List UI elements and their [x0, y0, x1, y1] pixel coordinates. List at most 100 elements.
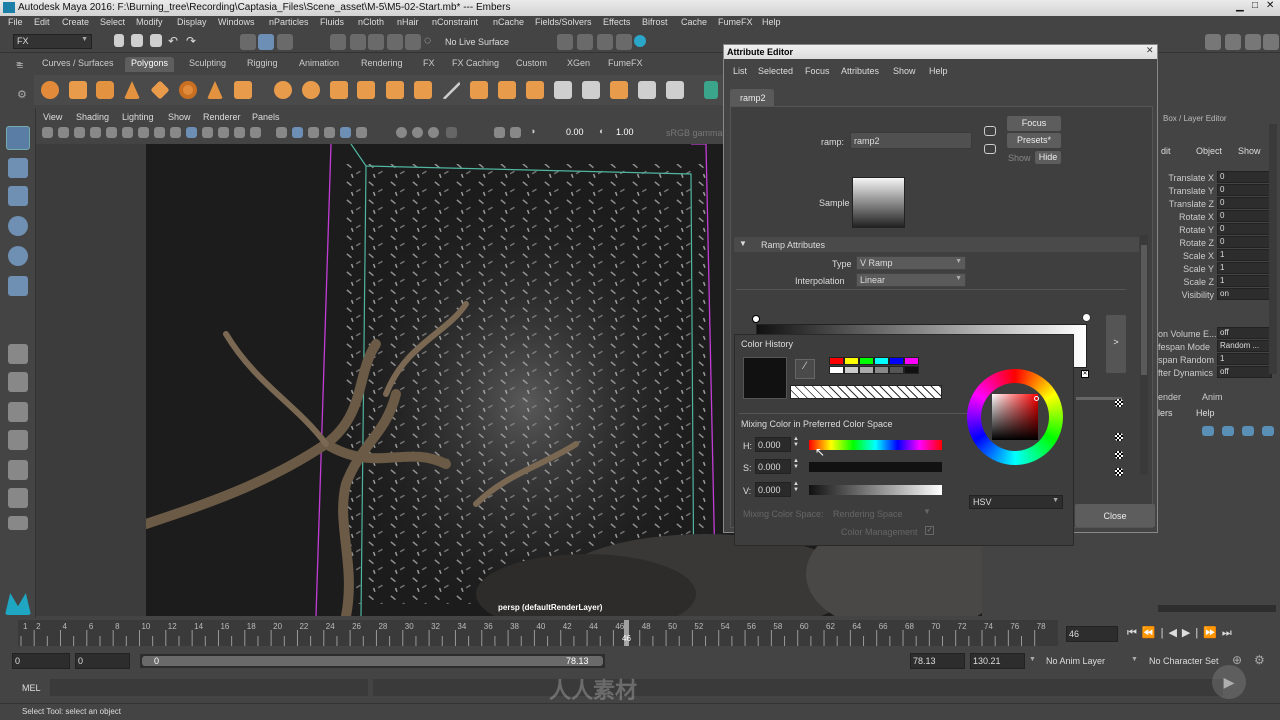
snap-grid-icon[interactable]	[330, 34, 346, 50]
panel-menu-shading[interactable]: Shading	[76, 112, 109, 122]
multi-cut-icon[interactable]	[442, 81, 460, 99]
channel-lifespan-random-label[interactable]: span Random	[1158, 355, 1214, 365]
menu-nconstraint[interactable]: nConstraint	[432, 17, 478, 27]
layout-two-icon[interactable]	[8, 402, 28, 422]
planar-map-icon[interactable]	[582, 81, 600, 99]
cb-menu-show[interactable]: Show	[1238, 146, 1261, 156]
history-swatch[interactable]	[829, 366, 844, 374]
preferences-icon[interactable]: ⚙	[1254, 653, 1265, 667]
char-set-arrow-icon[interactable]: ▼	[1131, 656, 1138, 663]
ae-tab-ramp2[interactable]: ramp2	[730, 89, 774, 106]
anim-layer-dropdown[interactable]: No Anim Layer	[1046, 656, 1105, 666]
resolution-gate-icon[interactable]	[170, 127, 181, 138]
mixing-space-dropdown[interactable]: Rendering Space	[833, 509, 903, 519]
new-scene-icon[interactable]	[114, 34, 124, 47]
poly-cylinder-icon[interactable]	[96, 81, 114, 99]
hypershade-icon[interactable]	[616, 34, 632, 50]
wireframe-on-shaded-icon[interactable]	[292, 127, 303, 138]
menu-ncache[interactable]: nCache	[493, 17, 524, 27]
layout-single-icon[interactable]	[8, 344, 28, 364]
layout-graph-icon[interactable]	[8, 460, 28, 480]
redo-icon[interactable]: ↷	[186, 34, 196, 48]
channel-volume-emission-label[interactable]: on Volume E...	[1158, 329, 1217, 339]
shadows-icon[interactable]	[340, 127, 351, 138]
ramp-delete-handle-icon[interactable]: ✕	[1081, 370, 1089, 378]
channel-scale-y-value[interactable]: 1	[1217, 262, 1272, 274]
current-frame-field[interactable]: 46	[1066, 626, 1118, 642]
render-settings-icon[interactable]	[597, 34, 613, 50]
bevel-icon[interactable]	[526, 81, 544, 99]
mirror-icon[interactable]	[386, 81, 404, 99]
panel-menu-renderer[interactable]: Renderer	[203, 112, 241, 122]
bridge-icon[interactable]	[498, 81, 516, 99]
h-slider[interactable]	[809, 440, 942, 450]
select-hierarchy-icon[interactable]	[240, 34, 256, 50]
maya-home-icon[interactable]	[5, 593, 31, 615]
snap-curve-icon[interactable]	[350, 34, 366, 50]
input-output-icon[interactable]	[984, 144, 996, 154]
layer-menu-layers[interactable]: lers	[1158, 408, 1173, 418]
v-spinner-icon[interactable]: ▲ ▼	[793, 481, 799, 493]
live-surface-label[interactable]: No Live Surface	[445, 37, 509, 47]
menu-select[interactable]: Select	[100, 17, 125, 27]
ramp-expand-button[interactable]: >	[1106, 315, 1126, 373]
mel-label[interactable]: MEL	[22, 683, 41, 693]
h-value-field[interactable]: 0.000	[755, 437, 791, 452]
smooth-icon[interactable]	[330, 81, 348, 99]
image-plane-icon[interactable]	[90, 127, 101, 138]
shelf-tab-fx[interactable]: FX	[417, 57, 441, 72]
history-swatch[interactable]	[889, 357, 904, 365]
menu-windows[interactable]: Windows	[218, 17, 255, 27]
layer-tab-anim[interactable]: Anim	[1202, 392, 1223, 402]
panel-menu-show[interactable]: Show	[168, 112, 191, 122]
ramp-attributes-section-header[interactable]: ▼ Ramp Attributes	[734, 237, 1139, 252]
show-button[interactable]: Show	[1008, 153, 1031, 163]
channel-rotate-y-value[interactable]: 0	[1217, 223, 1272, 235]
ramp-name-field[interactable]: ramp2	[850, 132, 972, 149]
playback-start-field[interactable]: 0	[75, 653, 130, 669]
channel-scale-z-value[interactable]: 1	[1217, 275, 1272, 287]
move-tool-icon[interactable]	[8, 216, 28, 236]
camera-attributes-icon[interactable]	[58, 127, 69, 138]
ae-menu-attributes[interactable]: Attributes	[841, 66, 879, 76]
map-button-a-icon[interactable]	[1115, 399, 1123, 407]
channel-rotate-x-label[interactable]: Rotate X	[1179, 212, 1214, 222]
color-space-label[interactable]: sRGB gamma	[666, 128, 723, 138]
ae-menu-selected[interactable]: Selected	[758, 66, 793, 76]
ipr-render-icon[interactable]	[577, 34, 593, 50]
panel-menu-lighting[interactable]: Lighting	[122, 112, 154, 122]
open-scene-icon[interactable]	[131, 34, 143, 47]
menu-modify[interactable]: Modify	[136, 17, 163, 27]
attribute-editor-close-icon[interactable]: ✕	[1146, 45, 1154, 56]
channel-visibility-label[interactable]: Visibility	[1182, 290, 1214, 300]
save-scene-icon[interactable]	[150, 34, 162, 47]
poly-cube-icon[interactable]	[69, 81, 87, 99]
render-view-icon[interactable]	[634, 35, 646, 47]
poly-plane-icon[interactable]	[150, 80, 170, 100]
snap-surface-icon[interactable]	[405, 34, 421, 50]
menu-create[interactable]: Create	[62, 17, 89, 27]
lasso-tool-icon[interactable]	[8, 158, 28, 178]
channel-rotate-y-label[interactable]: Rotate Y	[1179, 225, 1214, 235]
layout-uv-icon[interactable]	[666, 81, 684, 99]
minimize-button[interactable]: ▁	[1236, 1, 1244, 12]
smooth-shade-icon[interactable]	[276, 127, 287, 138]
wireframe-icon[interactable]	[250, 127, 261, 138]
channel-translate-x-label[interactable]: Translate X	[1168, 173, 1214, 183]
safe-action-icon[interactable]	[218, 127, 229, 138]
layer-move-down-icon[interactable]	[1262, 426, 1274, 436]
hud-icon[interactable]	[510, 127, 521, 138]
close-button[interactable]: Close	[1075, 504, 1155, 527]
layer-move-up-icon[interactable]	[1242, 426, 1254, 436]
paint-select-tool-icon[interactable]	[8, 186, 28, 206]
interpolation-dropdown[interactable]: Linear	[856, 273, 966, 287]
menu-display[interactable]: Display	[177, 17, 207, 27]
gate-mask-icon[interactable]	[186, 127, 197, 138]
auto-map-icon[interactable]	[638, 81, 656, 99]
time-slider[interactable]: 1 2 4 6 8 10 12 14 16 18 20 22 24 26 28 30 32 34 36 38 40 42 4…	[0, 618, 1280, 648]
cb-menu-edit[interactable]: dit	[1161, 146, 1171, 156]
color-management-checkbox[interactable]: ✓	[925, 526, 934, 535]
shelf-extra-icon[interactable]	[704, 81, 718, 99]
layout-outliner-icon[interactable]	[8, 430, 28, 450]
poly-torus-icon[interactable]	[179, 81, 197, 99]
